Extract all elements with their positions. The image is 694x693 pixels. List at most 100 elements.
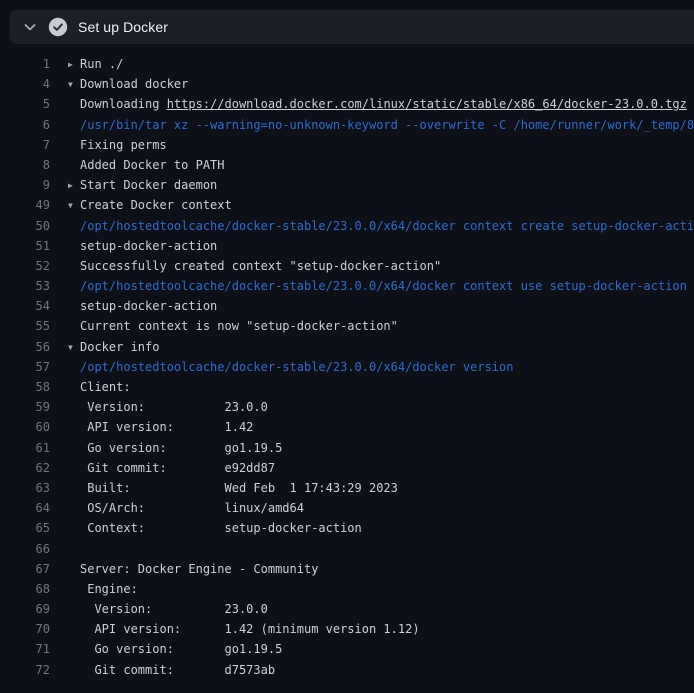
line-number[interactable]: 68 <box>0 579 50 599</box>
line-number[interactable]: 50 <box>0 216 50 236</box>
log-text: Git commit: e92dd87 <box>68 458 275 478</box>
line-number[interactable]: 8 <box>0 155 50 175</box>
log-line: 66 <box>0 539 694 559</box>
line-number[interactable]: 61 <box>0 438 50 458</box>
log-line: 58 Client: <box>0 377 694 397</box>
log-text: OS/Arch: linux/amd64 <box>68 498 304 518</box>
line-number[interactable]: 4 <box>0 74 50 94</box>
log-line: 72 Git commit: d7573ab <box>0 660 694 680</box>
line-number[interactable]: 62 <box>0 458 50 478</box>
line-number[interactable]: 71 <box>0 639 50 659</box>
line-number[interactable]: 65 <box>0 518 50 538</box>
log-line: 71 Go version: go1.19.5 <box>0 639 694 659</box>
log-line: 68 Engine: <box>0 579 694 599</box>
log-text: Version: 23.0.0 <box>68 599 268 619</box>
log-line: 1 ▶Run ./ <box>0 54 694 74</box>
log-text: Server: Docker Engine - Community <box>68 559 318 579</box>
line-number[interactable]: 72 <box>0 660 50 680</box>
log-text: setup-docker-action <box>68 296 217 316</box>
log-line: 53/opt/hostedtoolcache/docker-stable/23.… <box>0 276 694 296</box>
line-number[interactable]: 58 <box>0 377 50 397</box>
log-line: 70 API version: 1.42 (minimum version 1.… <box>0 619 694 639</box>
log-text: Successfully created context "setup-dock… <box>68 256 441 276</box>
group-title: Start Docker daemon <box>80 178 217 192</box>
step-title: Set up Docker <box>78 19 168 35</box>
log-text: API version: 1.42 <box>68 417 253 437</box>
line-number[interactable]: 66 <box>0 539 50 559</box>
log-text: Version: 23.0.0 <box>68 397 268 417</box>
line-number[interactable]: 64 <box>0 498 50 518</box>
log-line: 4 ▼Download docker <box>0 74 694 94</box>
log-console: 1▶Run ./4▼Download docker5Downloading ht… <box>0 44 694 680</box>
group-toggle[interactable]: ▼Download docker <box>68 74 188 94</box>
group-toggle[interactable]: ▼Docker info <box>68 337 159 357</box>
log-text: Go version: go1.19.5 <box>68 438 282 458</box>
triangle-right-icon: ▶ <box>68 55 80 74</box>
line-number[interactable]: 51 <box>0 236 50 256</box>
line-number[interactable]: 56 <box>0 337 50 357</box>
triangle-down-icon: ▼ <box>68 196 80 215</box>
log-line: 56 ▼Docker info <box>0 337 694 357</box>
log-text: API version: 1.42 (minimum version 1.12) <box>68 619 420 639</box>
triangle-down-icon: ▼ <box>68 75 80 94</box>
log-text: Client: <box>68 377 131 397</box>
line-number[interactable]: 6 <box>0 115 50 135</box>
log-line: 64 OS/Arch: linux/amd64 <box>0 498 694 518</box>
line-number[interactable]: 67 <box>0 559 50 579</box>
line-number[interactable]: 7 <box>0 135 50 155</box>
log-text: Built: Wed Feb 1 17:43:29 2023 <box>68 478 398 498</box>
log-command: /usr/bin/tar xz --warning=no-unknown-key… <box>68 115 694 135</box>
log-text: setup-docker-action <box>68 236 217 256</box>
line-number[interactable]: 9 <box>0 175 50 195</box>
line-number[interactable]: 52 <box>0 256 50 276</box>
log-link[interactable]: https://download.docker.com/linux/static… <box>167 97 687 111</box>
line-number[interactable]: 69 <box>0 599 50 619</box>
line-number[interactable]: 59 <box>0 397 50 417</box>
log-line: 65 Context: setup-docker-action <box>0 518 694 538</box>
line-number[interactable]: 63 <box>0 478 50 498</box>
line-number[interactable]: 1 <box>0 54 50 74</box>
log-line: 50/opt/hostedtoolcache/docker-stable/23.… <box>0 216 694 236</box>
log-text: Engine: <box>68 579 138 599</box>
line-number[interactable]: 5 <box>0 94 50 114</box>
triangle-down-icon: ▼ <box>68 338 80 357</box>
log-text: Fixing perms <box>68 135 167 155</box>
log-text <box>68 539 80 559</box>
chevron-down-icon[interactable] <box>22 19 38 35</box>
line-number[interactable]: 49 <box>0 195 50 215</box>
log-text: Downloading https://download.docker.com/… <box>68 94 687 114</box>
log-line: 59 Version: 23.0.0 <box>0 397 694 417</box>
line-number[interactable]: 55 <box>0 316 50 336</box>
group-title: Download docker <box>80 77 188 91</box>
log-command: /opt/hostedtoolcache/docker-stable/23.0.… <box>68 216 694 236</box>
log-line: 6/usr/bin/tar xz --warning=no-unknown-ke… <box>0 115 694 135</box>
group-toggle[interactable]: ▶Run ./ <box>68 54 123 74</box>
log-line: 54 setup-docker-action <box>0 296 694 316</box>
group-title: Create Docker context <box>80 198 232 212</box>
line-number[interactable]: 54 <box>0 296 50 316</box>
check-circle-icon <box>48 17 68 37</box>
log-line: 57/opt/hostedtoolcache/docker-stable/23.… <box>0 357 694 377</box>
log-line: 55 Current context is now "setup-docker-a… <box>0 316 694 336</box>
group-title: Run ./ <box>80 57 123 71</box>
log-text: Current context is now "setup-docker-act… <box>68 316 398 336</box>
log-line: 7 Fixing perms <box>0 135 694 155</box>
log-line: 61 Go version: go1.19.5 <box>0 438 694 458</box>
log-line: 63 Built: Wed Feb 1 17:43:29 2023 <box>0 478 694 498</box>
group-title: Docker info <box>80 340 159 354</box>
log-line: 49 ▼Create Docker context <box>0 195 694 215</box>
line-number[interactable]: 57 <box>0 357 50 377</box>
log-command: /opt/hostedtoolcache/docker-stable/23.0.… <box>68 357 513 377</box>
log-line: 51 setup-docker-action <box>0 236 694 256</box>
line-number[interactable]: 60 <box>0 417 50 437</box>
step-header[interactable]: Set up Docker <box>10 10 694 44</box>
group-toggle[interactable]: ▼Create Docker context <box>68 195 232 215</box>
log-text-prefix: Downloading <box>80 97 167 111</box>
group-toggle[interactable]: ▶Start Docker daemon <box>68 175 217 195</box>
line-number[interactable]: 53 <box>0 276 50 296</box>
triangle-right-icon: ▶ <box>68 176 80 195</box>
log-line: 8Added Docker to PATH <box>0 155 694 175</box>
line-number[interactable]: 70 <box>0 619 50 639</box>
log-text: Context: setup-docker-action <box>68 518 362 538</box>
log-line: 52 Successfully created context "setup-do… <box>0 256 694 276</box>
